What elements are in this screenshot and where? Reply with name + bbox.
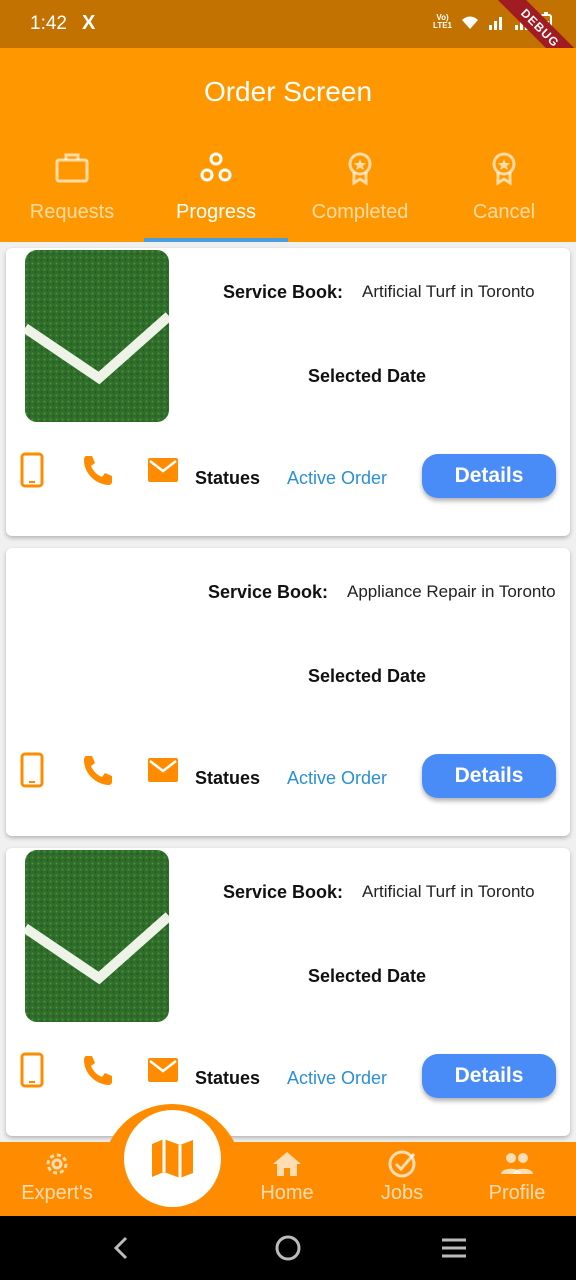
tab-requests[interactable]: Requests (0, 148, 144, 242)
mobile-icon[interactable] (16, 752, 50, 788)
people-icon (501, 1153, 533, 1174)
service-name: Artificial Turf in Toronto (362, 282, 535, 301)
award-icon (492, 152, 516, 186)
award-icon (348, 152, 372, 186)
mail-icon[interactable] (146, 752, 180, 788)
check-circle-icon (388, 1150, 416, 1178)
status-value: Active Order (287, 1068, 388, 1088)
nav-jobs[interactable]: Jobs (347, 1148, 457, 1205)
tab-indicator (144, 238, 288, 242)
back-icon[interactable] (108, 1234, 136, 1262)
service-label: Service Book: (223, 282, 344, 302)
nav-label: Expert's (21, 1182, 93, 1204)
nav-home[interactable]: Home (232, 1148, 342, 1205)
tab-progress[interactable]: Progress (144, 148, 288, 242)
order-card[interactable]: Service Book: Artificial Turf in Toronto… (6, 848, 570, 1136)
status-bar: 1:42 X Vo) LTE1 DEBUG (0, 0, 576, 85)
tab-cancel[interactable]: Cancel (432, 148, 576, 242)
tab-label: Progress (175, 201, 257, 223)
bubbles-icon (200, 152, 232, 182)
signal-icon (489, 17, 502, 30)
page-title: Order Screen (203, 76, 373, 107)
service-name: Appliance Repair in Toronto (347, 582, 556, 601)
order-card[interactable]: Service Book: Appliance Repair in Toront… (6, 548, 570, 836)
details-button[interactable]: Details (422, 754, 556, 798)
tab-completed[interactable]: Completed (288, 148, 432, 242)
service-name: Artificial Turf in Toronto (362, 882, 535, 901)
tab-label: Completed (311, 201, 409, 223)
recents-icon[interactable] (440, 1234, 468, 1262)
mail-icon[interactable] (146, 452, 180, 488)
nav-label: Profile (488, 1182, 546, 1204)
gear-icon (46, 1153, 68, 1175)
selected-date-label: Selected Date (308, 666, 427, 686)
selected-date-label: Selected Date (308, 966, 427, 986)
status-label: Statues (195, 768, 261, 788)
home-icon (273, 1152, 301, 1176)
wifi-icon (462, 16, 478, 29)
selected-date-label: Selected Date (308, 366, 427, 386)
status-time: 1:42 (30, 13, 67, 34)
system-nav-bar (0, 1216, 576, 1280)
phone-icon[interactable] (80, 452, 114, 488)
nav-label: Home (260, 1182, 314, 1204)
nav-profile[interactable]: Profile (462, 1148, 572, 1205)
phone-icon[interactable] (80, 1052, 114, 1088)
details-button[interactable]: Details (422, 1054, 556, 1098)
briefcase-icon (55, 153, 89, 183)
status-label: Statues (195, 1068, 261, 1088)
nav-label: Jobs (380, 1182, 424, 1204)
turf-image (25, 850, 169, 1022)
tab-label: Cancel (472, 201, 536, 223)
status-label: Statues (195, 468, 261, 488)
x-app-icon: X (82, 12, 96, 34)
app-bar: Order Screen Requests Progress Completed (0, 48, 576, 242)
mobile-icon[interactable] (16, 452, 50, 488)
tab-bar: Requests Progress Completed Cancel (0, 148, 576, 242)
tab-label: Requests (29, 201, 115, 223)
volte-icon: Vo) LTE1 (433, 13, 452, 30)
status-value: Active Order (287, 468, 388, 488)
phone-icon[interactable] (80, 752, 114, 788)
mail-icon[interactable] (146, 1052, 180, 1088)
service-label: Service Book: (208, 582, 329, 602)
home-circle-icon[interactable] (274, 1234, 302, 1262)
turf-image (25, 250, 169, 422)
service-label: Service Book: (223, 882, 344, 902)
status-value: Active Order (287, 768, 388, 788)
details-button[interactable]: Details (422, 454, 556, 498)
nav-experts[interactable]: Expert's (2, 1148, 112, 1205)
order-card[interactable]: Service Book: Artificial Turf in Toronto… (6, 248, 570, 536)
mobile-icon[interactable] (16, 1052, 50, 1088)
map-icon (152, 1139, 193, 1178)
map-button[interactable] (124, 1110, 221, 1207)
